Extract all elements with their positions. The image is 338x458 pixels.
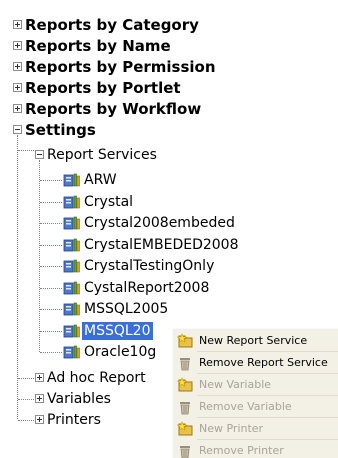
report-service-icon [63, 302, 80, 316]
tree-item-reports-by-permission[interactable]: Reports by Permission [25, 57, 216, 77]
tree-connector [40, 309, 62, 310]
tree-item-crystal2008embeded[interactable]: Crystal2008embeded [84, 213, 235, 233]
tree-item-reports-by-portlet[interactable]: Reports by Portlet [25, 78, 181, 98]
menu-item-remove-variable: Remove Variable [173, 396, 338, 417]
tree-item-crystal[interactable]: Crystal [84, 192, 133, 212]
menu-item-label: New Printer [199, 422, 264, 435]
tree-item-arw[interactable]: ARW [84, 170, 117, 190]
context-menu: New Report Service Remove Report Service… [173, 329, 338, 458]
tree-connector [18, 378, 36, 379]
tree-item-reports-by-name[interactable]: Reports by Name [25, 36, 171, 56]
expand-reports-by-workflow-icon[interactable] [13, 104, 22, 113]
tree-connector [40, 202, 62, 203]
menu-item-label: Remove Printer [199, 444, 284, 457]
menu-item-new-report-service[interactable]: New Report Service [173, 330, 338, 351]
menu-item-label: Remove Variable [199, 400, 292, 413]
tree-connector [18, 150, 36, 151]
tree-item-mssql2005[interactable]: MSSQL2005 [84, 299, 168, 319]
expand-reports-by-name-icon[interactable] [13, 41, 22, 50]
report-service-icon [63, 173, 80, 187]
star-folder-icon [177, 421, 193, 436]
tree-connector [40, 223, 62, 224]
tree-connector [39, 160, 40, 352]
trash-icon [180, 358, 190, 371]
tree-item-printers[interactable]: Printers [47, 410, 101, 430]
tree-connector [40, 352, 62, 353]
report-service-icon [63, 238, 80, 252]
menu-item-label: New Variable [199, 378, 272, 391]
tree-connector [40, 245, 62, 246]
expand-printers-icon[interactable] [35, 415, 44, 424]
tree-connector [40, 288, 62, 289]
expand-reports-by-category-icon[interactable] [13, 20, 22, 29]
collapse-settings-icon[interactable] [13, 125, 22, 134]
tree-connector [40, 266, 62, 267]
tree-item-reports-by-category[interactable]: Reports by Category [25, 15, 199, 35]
report-service-icon [63, 216, 80, 230]
report-service-icon [63, 281, 80, 295]
trash-icon [180, 446, 190, 458]
tree-item-crystalembeded2008[interactable]: CrystalEMBEDED2008 [84, 235, 238, 255]
expand-ad-hoc-report-icon[interactable] [35, 373, 44, 382]
tree-connector [18, 420, 36, 421]
expand-reports-by-permission-icon[interactable] [13, 62, 22, 71]
report-service-icon [63, 259, 80, 273]
tree-item-ad-hoc-report[interactable]: Ad hoc Report [47, 368, 146, 388]
menu-item-new-printer: New Printer [173, 418, 338, 439]
tree-item-reports-by-workflow[interactable]: Reports by Workflow [25, 99, 201, 119]
expand-reports-by-portlet-icon[interactable] [13, 83, 22, 92]
tree-connector [18, 399, 36, 400]
tree-item-oracle10g[interactable]: Oracle10g [84, 342, 156, 362]
expand-variables-icon[interactable] [35, 394, 44, 403]
tree-item-crystaltestingonly[interactable]: CrystalTestingOnly [84, 256, 214, 276]
trash-icon [180, 402, 190, 415]
tree-item-settings[interactable]: Settings [25, 120, 96, 140]
collapse-report-services-icon[interactable] [35, 150, 44, 159]
tree-item-variables[interactable]: Variables [47, 389, 111, 409]
menu-item-label: Remove Report Service [199, 356, 328, 369]
tree-connector [40, 331, 62, 332]
report-service-icon [63, 324, 80, 338]
menu-item-label: New Report Service [199, 334, 308, 347]
tree-item-mssql2008-selected[interactable]: MSSQL20 [82, 322, 153, 340]
tree-connector [17, 135, 18, 419]
star-folder-icon [177, 377, 193, 392]
tree-item-cystalreport2008[interactable]: CystalReport2008 [84, 278, 209, 298]
menu-item-new-variable: New Variable [173, 374, 338, 395]
menu-item-remove-printer: Remove Printer [173, 440, 338, 458]
tree-connector [40, 180, 62, 181]
star-folder-icon [177, 333, 193, 348]
report-service-icon [63, 345, 80, 359]
menu-item-remove-report-service[interactable]: Remove Report Service [173, 352, 338, 373]
tree-item-report-services[interactable]: Report Services [47, 145, 157, 165]
report-service-icon [63, 195, 80, 209]
